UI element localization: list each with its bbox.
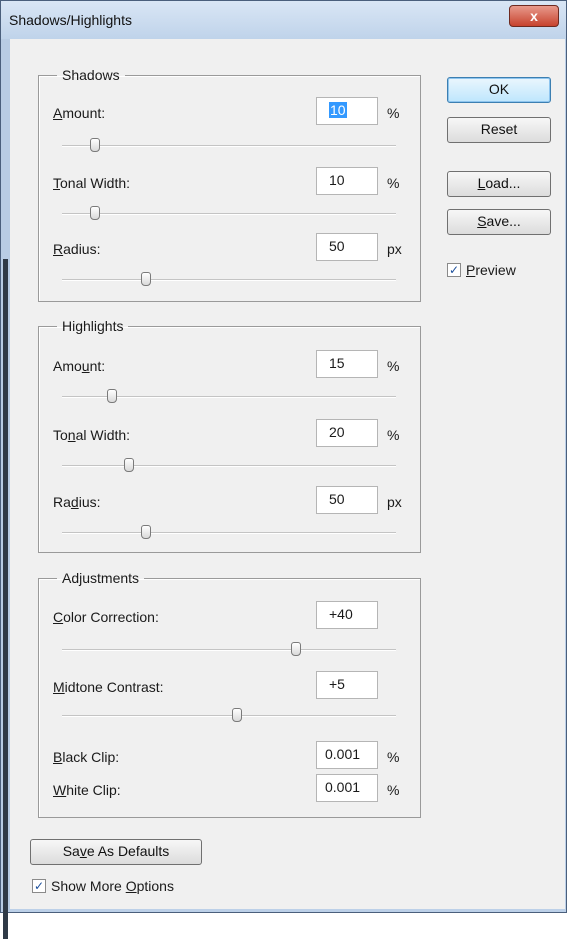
- checkmark-icon: ✓: [33, 879, 45, 893]
- color-correction-input[interactable]: +40: [316, 601, 378, 629]
- show-more-options-label[interactable]: Show More Options: [51, 878, 174, 894]
- checkmark-icon: ✓: [448, 263, 460, 277]
- shadows-radius-track: [62, 279, 396, 281]
- save-as-defaults-button[interactable]: Save As Defaults: [30, 839, 202, 865]
- shadows-tonal-width-input[interactable]: 10: [316, 167, 378, 195]
- highlights-legend: Highlights: [62, 318, 124, 334]
- shadows-radius-unit: px: [387, 241, 402, 257]
- highlights-radius-unit: px: [387, 494, 402, 510]
- white-clip-label: White Clip:: [53, 782, 121, 798]
- midtone-contrast-label: Midtone Contrast:: [53, 679, 164, 695]
- window-title: Shadows/Highlights: [9, 12, 132, 28]
- black-clip-input[interactable]: 0.001: [316, 741, 378, 769]
- reset-button[interactable]: Reset: [447, 117, 551, 143]
- highlights-tonal-width-label: Tonal Width:: [53, 427, 131, 443]
- highlights-radius-slider[interactable]: [140, 525, 151, 539]
- shadows-radius-input[interactable]: 50: [316, 233, 378, 261]
- close-icon: x: [530, 8, 538, 24]
- highlights-tonal-width-unit: %: [387, 427, 400, 443]
- shadows-tonal-width-unit: %: [387, 175, 400, 191]
- highlights-amount-input[interactable]: 15: [316, 350, 378, 378]
- frame-shadow: [3, 259, 8, 939]
- window-frame-left: [1, 39, 10, 939]
- midtone-contrast-track: [62, 715, 396, 717]
- load-button[interactable]: Load...: [447, 171, 551, 197]
- dialog-body: Shadows Amount: 10 % Tonal Width: 10 % R…: [10, 39, 565, 909]
- dialog-window: Shadows/Highlights x Shadows Amount: 10 …: [0, 0, 567, 939]
- color-correction-label: Color Correction:: [53, 609, 159, 625]
- highlights-tonal-width-slider[interactable]: [123, 458, 134, 472]
- highlights-amount-slider[interactable]: [107, 389, 118, 403]
- shadows-tonal-width-label: Tonal Width:: [53, 175, 131, 191]
- highlights-tonal-width-track: [62, 465, 396, 467]
- shadows-radius-slider[interactable]: [140, 272, 151, 286]
- highlights-radius-input[interactable]: 50: [316, 486, 378, 514]
- white-clip-input[interactable]: 0.001: [316, 774, 378, 802]
- black-clip-label: Black Clip:: [53, 749, 120, 765]
- title-bar[interactable]: Shadows/Highlights x: [1, 1, 566, 39]
- highlights-amount-label: Amount:: [53, 358, 106, 374]
- color-correction-track: [62, 649, 396, 651]
- shadows-tonal-width-track: [62, 213, 396, 215]
- preview-checkbox[interactable]: ✓: [447, 263, 461, 277]
- save-button[interactable]: Save...: [447, 209, 551, 235]
- shadows-amount-unit: %: [387, 105, 400, 121]
- adjustments-legend: Adjustments: [62, 570, 140, 586]
- white-clip-unit: %: [387, 782, 400, 798]
- preview-label[interactable]: Preview: [466, 262, 516, 278]
- shadows-amount-slider[interactable]: [90, 138, 101, 152]
- midtone-contrast-input[interactable]: +5: [316, 671, 378, 699]
- shadows-radius-label: Radius:: [53, 241, 101, 257]
- shadows-amount-label: Amount:: [53, 105, 106, 121]
- highlights-amount-unit: %: [387, 358, 400, 374]
- show-more-options-checkbox[interactable]: ✓: [32, 879, 46, 893]
- highlights-tonal-width-input[interactable]: 20: [316, 419, 378, 447]
- black-clip-unit: %: [387, 749, 400, 765]
- shadows-amount-input[interactable]: 10: [316, 97, 378, 125]
- shadows-legend: Shadows: [62, 67, 120, 83]
- color-correction-slider[interactable]: [290, 642, 301, 656]
- midtone-contrast-slider[interactable]: [232, 708, 243, 722]
- shadows-tonal-width-slider[interactable]: [90, 206, 101, 220]
- ok-button[interactable]: OK: [447, 77, 551, 103]
- highlights-radius-track: [62, 532, 396, 534]
- close-button[interactable]: x: [509, 5, 559, 27]
- shadows-amount-track: [62, 145, 396, 147]
- highlights-radius-label: Radius:: [53, 494, 101, 510]
